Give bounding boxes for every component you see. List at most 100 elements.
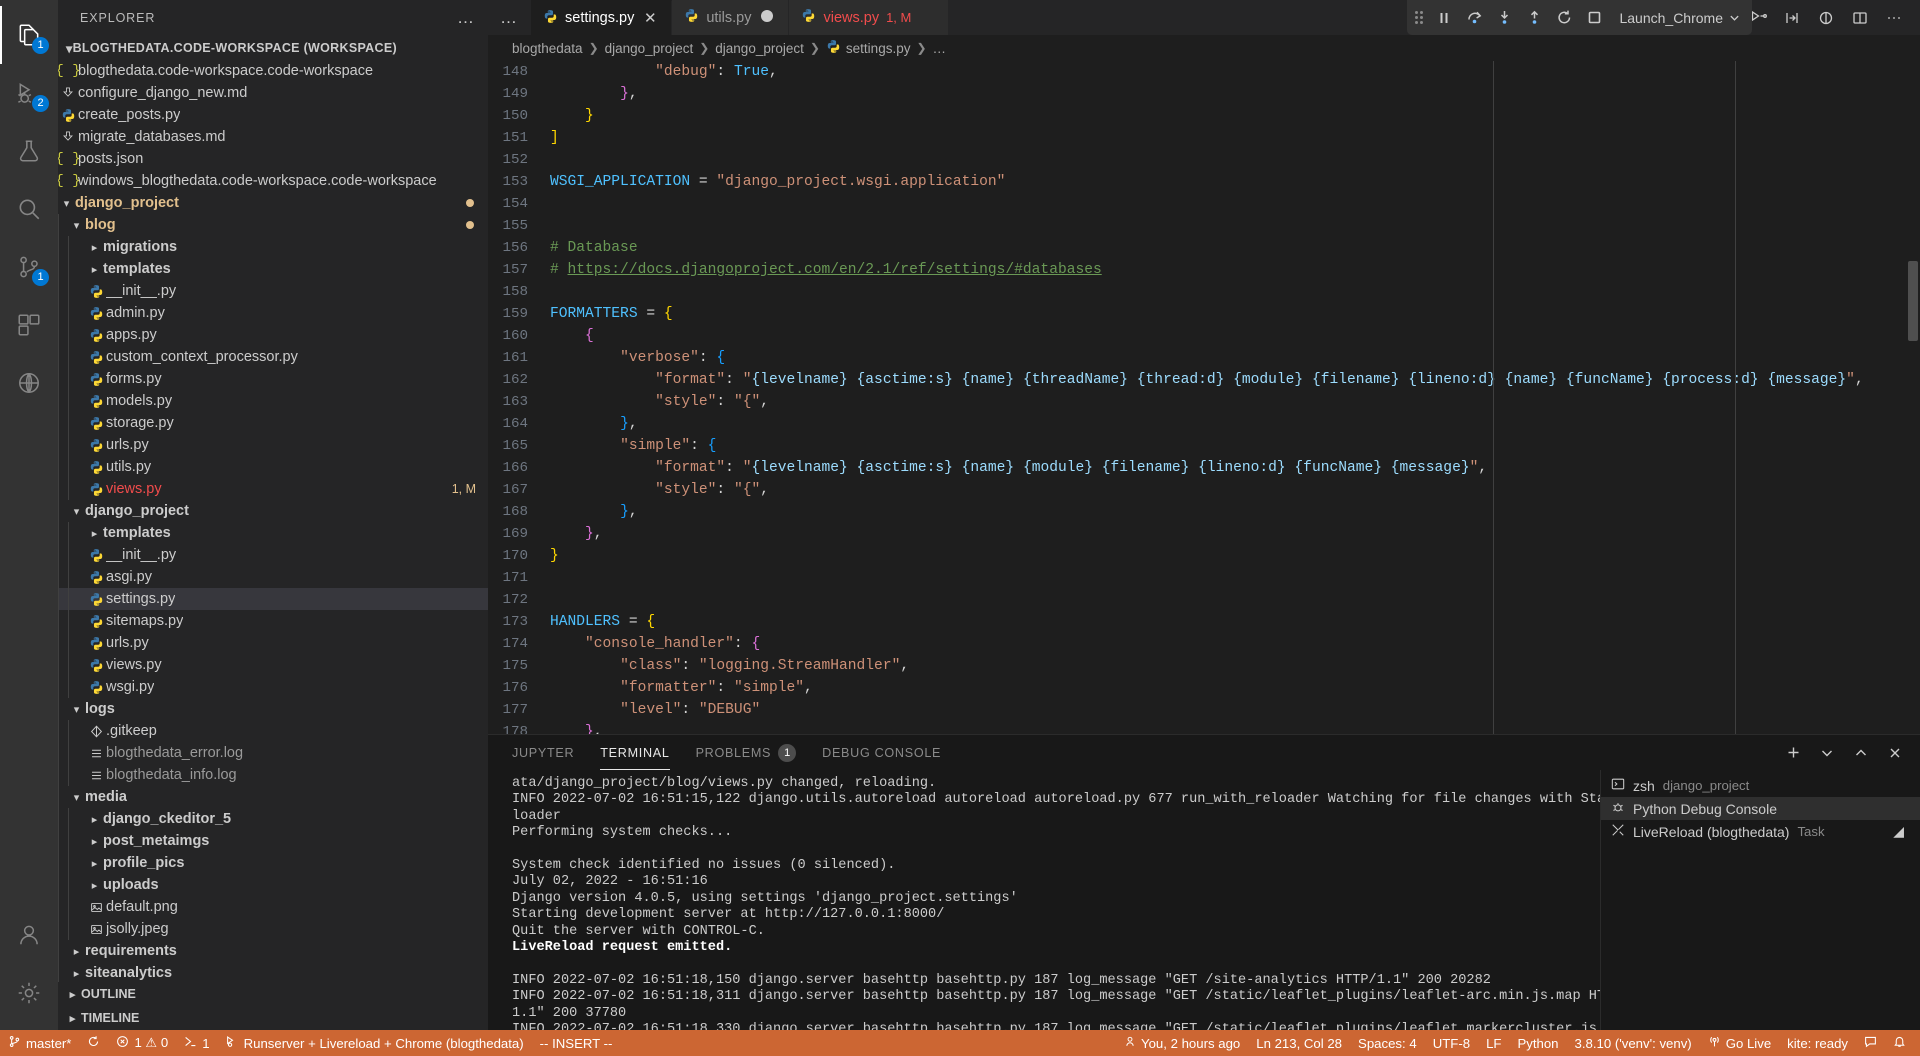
status-branch[interactable]: master* xyxy=(0,1030,79,1056)
activity-explorer[interactable]: 1 xyxy=(0,6,58,64)
terminal-list[interactable]: zsh django_project Python Debug Console Liv… xyxy=(1600,770,1920,1030)
status-sync[interactable] xyxy=(79,1030,108,1056)
breadcrumb-item[interactable]: django_project xyxy=(605,41,694,56)
terminal-list-item-livereload-blogthedata-[interactable]: LiveReload (blogthedata) Task ◢ xyxy=(1601,820,1920,843)
tree-file-posts-json[interactable]: { }posts.json xyxy=(58,148,488,170)
maximize-panel-icon[interactable] xyxy=(1850,742,1872,764)
code-line[interactable]: 160 { xyxy=(488,325,1906,347)
code-line[interactable]: 150 } xyxy=(488,105,1906,127)
tree-folder-siteanalytics[interactable]: ▸ siteanalytics xyxy=(58,962,488,982)
terminal-output[interactable]: ata/django_project/blog/views.py changed… xyxy=(488,770,1600,1030)
code-line[interactable]: 170} xyxy=(488,545,1906,567)
pause-button[interactable] xyxy=(1431,5,1457,31)
tree-file-asgi-py[interactable]: asgi.py xyxy=(58,566,488,588)
code-line[interactable]: 152 xyxy=(488,149,1906,171)
launch-configuration-select[interactable]: Launch_Chrome xyxy=(1611,10,1744,26)
code-line[interactable]: 178 }, xyxy=(488,721,1906,734)
code-line[interactable]: 157 # https://docs.djangoproject.com/en/2… xyxy=(488,259,1906,281)
code-line[interactable]: 171 xyxy=(488,567,1906,589)
tree-file-models-py[interactable]: models.py xyxy=(58,390,488,412)
code-line[interactable]: 167 "style": "{", xyxy=(488,479,1906,501)
workspace-root-row[interactable]: ▾ BLOGTHEDATA.CODE-WORKSPACE (WORKSPACE) xyxy=(58,36,488,60)
code-line[interactable]: 176 "formatter": "simple", xyxy=(488,677,1906,699)
tree-file-urls-py[interactable]: urls.py xyxy=(58,434,488,456)
breadcrumb-item[interactable]: … xyxy=(933,41,947,56)
breadcrumb-item[interactable]: blogthedata xyxy=(512,41,583,56)
panel-tab-debug-console[interactable]: DEBUG CONSOLE xyxy=(822,735,941,770)
code-line[interactable]: 162 "format": "{levelname} {asctime:s} {… xyxy=(488,369,1906,391)
activity-accounts[interactable] xyxy=(0,906,58,964)
code-line[interactable]: 161 "verbose": { xyxy=(488,347,1906,369)
tree-file-blogthedata-error-log[interactable]: blogthedata_error.log xyxy=(58,742,488,764)
split-editor-icon[interactable] xyxy=(1848,6,1872,30)
code-line[interactable]: 153 WSGI_APPLICATION = "django_project.ws… xyxy=(488,171,1906,193)
code-line[interactable]: 164 }, xyxy=(488,413,1906,435)
activity-testing[interactable] xyxy=(0,122,58,180)
code-line[interactable]: 159 FORMATTERS = { xyxy=(488,303,1906,325)
tree-file-views-py[interactable]: views.py 1, M xyxy=(58,478,488,500)
breadcrumb-item[interactable]: settings.py xyxy=(826,39,910,57)
code-line[interactable]: 163 "style": "{", xyxy=(488,391,1906,413)
tree-file-migrate-databases-md[interactable]: migrate_databases.md xyxy=(58,126,488,148)
open-changes-icon[interactable] xyxy=(1780,6,1804,30)
drag-handle-icon[interactable] xyxy=(1415,11,1424,24)
code-line[interactable]: 172 xyxy=(488,589,1906,611)
restart-button[interactable] xyxy=(1551,5,1577,31)
tree-file--init-py[interactable]: __init__.py xyxy=(58,280,488,302)
new-terminal-icon[interactable] xyxy=(1782,742,1804,764)
tree-file-utils-py[interactable]: utils.py xyxy=(58,456,488,478)
tree-folder-templates[interactable]: ▸ templates xyxy=(58,258,488,280)
step-into-button[interactable] xyxy=(1491,5,1517,31)
status-kite-status[interactable]: kite: ready xyxy=(1779,1030,1856,1056)
scrollbar-thumb[interactable] xyxy=(1908,261,1918,341)
tree-folder-logs[interactable]: ▾ logs xyxy=(58,698,488,720)
tree-file-sitemaps-py[interactable]: sitemaps.py xyxy=(58,610,488,632)
tree-file-jsolly-jpeg[interactable]: jsolly.jpeg xyxy=(58,918,488,940)
tree-folder-templates[interactable]: ▸ templates xyxy=(58,522,488,544)
tree-file--init-py[interactable]: __init__.py xyxy=(58,544,488,566)
tree-folder-profile-pics[interactable]: ▸ profile_pics xyxy=(58,852,488,874)
tree-file-blogthedata-info-log[interactable]: blogthedata_info.log xyxy=(58,764,488,786)
tree-folder-django-project[interactable]: ▾ django_project xyxy=(58,192,488,214)
code-line[interactable]: 177 "level": "DEBUG" xyxy=(488,699,1906,721)
status-cursor-position[interactable]: Ln 213, Col 28 xyxy=(1248,1030,1350,1056)
code-viewport[interactable]: 148 "debug": True, 149 }, 150 } 151] 152 153… xyxy=(488,61,1906,734)
activity-search[interactable] xyxy=(0,180,58,238)
editor-tab-settings-py[interactable]: settings.py ✕ xyxy=(531,0,673,35)
activity-remote-explorer[interactable] xyxy=(0,354,58,412)
activity-source-control[interactable]: 1 xyxy=(0,238,58,296)
sidebar-more-actions-icon[interactable]: … xyxy=(457,8,476,28)
status-git-blame[interactable]: You, 2 hours ago xyxy=(1116,1030,1248,1056)
breadcrumb-item[interactable]: django_project xyxy=(715,41,804,56)
status-launch-config[interactable]: Runserver + Livereload + Chrome (blogthe… xyxy=(218,1030,532,1056)
terminal-list-item-python-debug-console[interactable]: Python Debug Console xyxy=(1601,797,1920,820)
tree-file-admin-py[interactable]: admin.py xyxy=(58,302,488,324)
tree-file-custom-context-processor-py[interactable]: custom_context_processor.py xyxy=(58,346,488,368)
tree-file-blogthedata-code-workspace-code-workspace[interactable]: { }blogthedata.code-workspace.code-works… xyxy=(58,60,488,82)
tree-file-views-py[interactable]: views.py xyxy=(58,654,488,676)
outline-section[interactable]: ▸ OUTLINE xyxy=(58,982,488,1006)
panel-tab-problems[interactable]: PROBLEMS 1 xyxy=(696,735,797,770)
status-eol[interactable]: LF xyxy=(1478,1030,1509,1056)
editor-tab-utils-py[interactable]: utils.py xyxy=(672,0,790,35)
tree-folder-uploads[interactable]: ▸ uploads xyxy=(58,874,488,896)
code-line[interactable]: 174 "console_handler": { xyxy=(488,633,1906,655)
tree-folder-migrations[interactable]: ▸ migrations xyxy=(58,236,488,258)
status-encoding[interactable]: UTF-8 xyxy=(1425,1030,1478,1056)
tree-folder-django-project[interactable]: ▾ django_project xyxy=(58,500,488,522)
code-line[interactable]: 166 "format": "{levelname} {asctime:s} {… xyxy=(488,457,1906,479)
tree-folder-django-ckeditor-5[interactable]: ▸ django_ckeditor_5 xyxy=(58,808,488,830)
tree-file--gitkeep[interactable]: .gitkeep xyxy=(58,720,488,742)
tree-file-storage-py[interactable]: storage.py xyxy=(58,412,488,434)
breadcrumb[interactable]: blogthedata ❯ django_project ❯ django_projec… xyxy=(488,35,1920,61)
tree-folder-media[interactable]: ▾ media xyxy=(58,786,488,808)
editor-tab-views-py[interactable]: views.py 1, M xyxy=(789,0,950,35)
code-line[interactable]: 175 "class": "logging.StreamHandler", xyxy=(488,655,1906,677)
tree-folder-post-metaimgs[interactable]: ▸ post_metaimgs xyxy=(58,830,488,852)
activity-extensions[interactable] xyxy=(0,296,58,354)
tree-file-urls-py[interactable]: urls.py xyxy=(58,632,488,654)
status-problems[interactable]: 1 ⚠ 0 xyxy=(108,1030,176,1056)
editor-scrollbar[interactable] xyxy=(1906,61,1920,734)
code-line[interactable]: 155 xyxy=(488,215,1906,237)
tree-folder-blog[interactable]: ▾ blog xyxy=(58,214,488,236)
